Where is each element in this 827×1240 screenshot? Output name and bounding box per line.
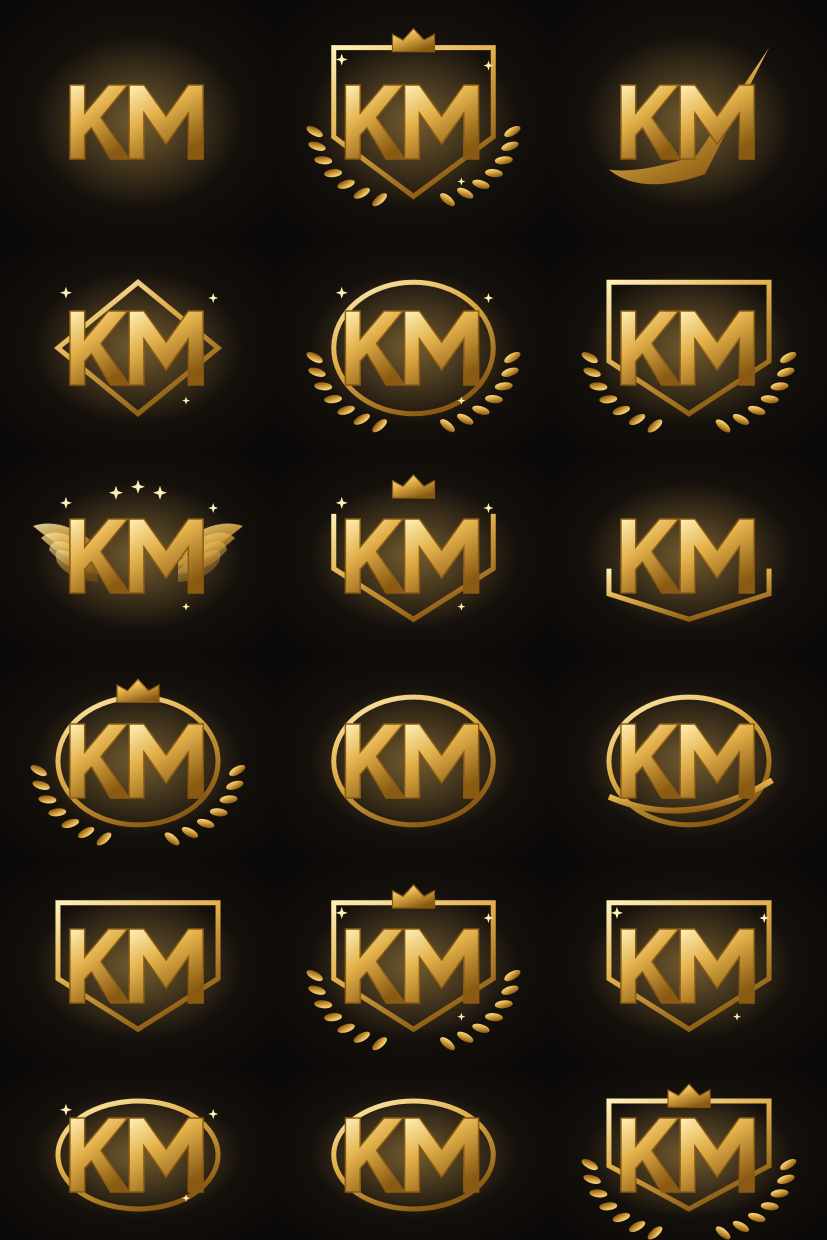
logo-tile — [551, 656, 827, 862]
logo-tile — [276, 0, 551, 240]
logo-artwork — [0, 656, 276, 862]
logo-artwork — [276, 0, 551, 240]
logo-artwork — [551, 862, 827, 1066]
logo-tile — [276, 240, 551, 452]
logo-artwork — [551, 1066, 827, 1240]
logo-tile — [0, 0, 276, 240]
logo-grid — [0, 0, 827, 1240]
logo-tile — [551, 0, 827, 240]
logo-tile — [0, 656, 276, 862]
logo-artwork — [0, 862, 276, 1066]
logo-tile — [276, 656, 551, 862]
logo-tile — [551, 240, 827, 452]
logo-tile — [0, 452, 276, 656]
logo-artwork — [0, 452, 276, 656]
logo-tile — [551, 862, 827, 1066]
logo-artwork — [276, 240, 551, 452]
logo-artwork — [551, 0, 827, 240]
logo-artwork — [276, 656, 551, 862]
logo-artwork — [276, 862, 551, 1066]
logo-tile — [276, 1066, 551, 1240]
logo-artwork — [276, 452, 551, 656]
logo-tile — [551, 1066, 827, 1240]
logo-artwork — [551, 452, 827, 656]
logo-artwork — [551, 656, 827, 862]
logo-tile — [0, 240, 276, 452]
logo-tile — [276, 452, 551, 656]
logo-artwork — [551, 240, 827, 452]
logo-artwork — [0, 0, 276, 240]
logo-tile — [0, 862, 276, 1066]
logo-tile — [0, 1066, 276, 1240]
logo-tile — [551, 452, 827, 656]
logo-artwork — [0, 1066, 276, 1240]
logo-tile — [276, 862, 551, 1066]
logo-artwork — [0, 240, 276, 452]
logo-artwork — [276, 1066, 551, 1240]
